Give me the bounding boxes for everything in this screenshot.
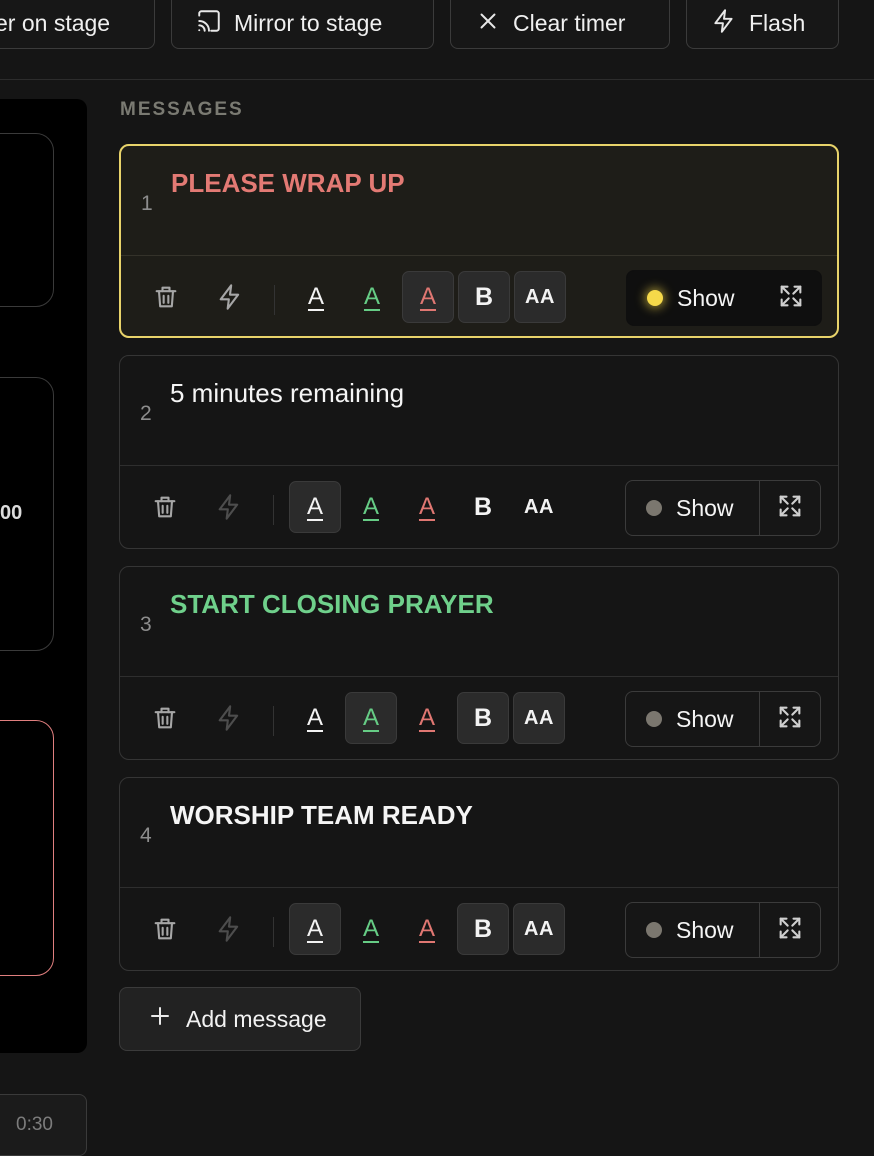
text-color-green-button[interactable]: A xyxy=(345,692,397,744)
uppercase-toggle[interactable]: AA xyxy=(513,481,565,533)
top-toolbar: er on stage Mirror to stage Clear timer … xyxy=(0,0,874,80)
mirror-to-stage-label: Mirror to stage xyxy=(234,10,383,36)
status-dot-icon xyxy=(646,711,662,727)
message-card[interactable]: 3 START CLOSING PRAYER A A A B AA Show xyxy=(119,566,839,760)
text-color-white-button[interactable]: A xyxy=(289,692,341,744)
text-color-green-button[interactable]: A xyxy=(345,903,397,955)
text-color-green-button[interactable]: A xyxy=(345,481,397,533)
fullscreen-button[interactable] xyxy=(759,903,820,957)
fullscreen-button[interactable] xyxy=(759,481,820,535)
message-number: 2 xyxy=(140,402,152,425)
show-label: Show xyxy=(676,705,734,732)
uppercase-toggle[interactable]: AA xyxy=(513,903,565,955)
fullscreen-button[interactable] xyxy=(759,692,820,746)
timer-on-stage-button[interactable]: er on stage xyxy=(0,0,155,49)
trash-icon[interactable] xyxy=(151,704,179,732)
clear-timer-button[interactable]: Clear timer xyxy=(450,0,670,49)
message-number: 4 xyxy=(140,824,152,847)
show-button[interactable]: Show xyxy=(627,271,760,325)
text-color-white-button[interactable]: A xyxy=(290,271,342,323)
show-control: Show xyxy=(626,270,822,326)
flash-label: Flash xyxy=(749,10,806,36)
message-toolbar: A A A B AA Show xyxy=(120,677,838,761)
message-text[interactable]: START CLOSING PRAYER xyxy=(170,589,494,620)
message-text[interactable]: PLEASE WRAP UP xyxy=(171,168,405,199)
show-button[interactable]: Show xyxy=(626,692,759,746)
text-color-red-button[interactable]: A xyxy=(401,481,453,533)
flash-icon[interactable] xyxy=(216,283,244,311)
timer-on-stage-label: er on stage xyxy=(0,10,111,36)
close-icon xyxy=(475,8,501,40)
message-text[interactable]: WORSHIP TEAM READY xyxy=(170,800,473,831)
message-body[interactable]: 4 WORSHIP TEAM READY xyxy=(120,778,838,888)
preview-card[interactable] xyxy=(0,133,54,307)
add-message-label: Add message xyxy=(186,1005,327,1032)
toolbar-divider xyxy=(274,285,275,315)
cast-icon xyxy=(196,8,222,40)
message-body[interactable]: 1 PLEASE WRAP UP xyxy=(121,146,837,256)
show-label: Show xyxy=(676,494,734,521)
flash-icon[interactable] xyxy=(215,915,243,943)
preview-value: 00 xyxy=(0,502,23,524)
message-toolbar: A A A B AA Show xyxy=(121,256,837,340)
message-card[interactable]: 4 WORSHIP TEAM READY A A A B AA Show xyxy=(119,777,839,971)
show-control: Show xyxy=(625,480,821,536)
status-dot-icon xyxy=(646,922,662,938)
bold-toggle[interactable]: B xyxy=(457,903,509,955)
bold-toggle[interactable]: B xyxy=(457,692,509,744)
text-color-white-button[interactable]: A xyxy=(289,481,341,533)
app-root: er on stage Mirror to stage Clear timer … xyxy=(0,0,874,1156)
clear-timer-label: Clear timer xyxy=(513,10,626,36)
text-color-red-button[interactable]: A xyxy=(401,903,453,955)
message-toolbar: A A A B AA Show xyxy=(120,466,838,550)
text-color-red-button[interactable]: A xyxy=(401,692,453,744)
uppercase-toggle[interactable]: AA xyxy=(513,692,565,744)
show-label: Show xyxy=(676,916,734,943)
status-dot-icon xyxy=(646,500,662,516)
duration-input[interactable]: 0:30 xyxy=(0,1094,87,1156)
expand-icon xyxy=(777,282,805,315)
show-control: Show xyxy=(625,902,821,958)
message-body[interactable]: 2 5 minutes remaining xyxy=(120,356,838,466)
fullscreen-button[interactable] xyxy=(760,271,821,325)
trash-icon[interactable] xyxy=(152,283,180,311)
message-number: 3 xyxy=(140,613,152,636)
trash-icon[interactable] xyxy=(151,493,179,521)
message-text[interactable]: 5 minutes remaining xyxy=(170,378,404,409)
flash-icon[interactable] xyxy=(215,704,243,732)
message-body[interactable]: 3 START CLOSING PRAYER xyxy=(120,567,838,677)
show-control: Show xyxy=(625,691,821,747)
show-button[interactable]: Show xyxy=(626,481,759,535)
flash-icon xyxy=(711,8,737,40)
message-number: 1 xyxy=(141,192,153,215)
status-dot-icon xyxy=(647,290,663,306)
trash-icon[interactable] xyxy=(151,915,179,943)
flash-icon[interactable] xyxy=(215,493,243,521)
uppercase-toggle[interactable]: AA xyxy=(514,271,566,323)
toolbar-divider xyxy=(273,495,274,525)
preview-card-highlighted[interactable] xyxy=(0,720,54,976)
text-color-red-button[interactable]: A xyxy=(402,271,454,323)
message-card[interactable]: 2 5 minutes remaining A A A B AA Show xyxy=(119,355,839,549)
mirror-to-stage-button[interactable]: Mirror to stage xyxy=(171,0,434,49)
message-toolbar: A A A B AA Show xyxy=(120,888,838,972)
message-card[interactable]: 1 PLEASE WRAP UP A A A B AA Show xyxy=(119,144,839,338)
expand-icon xyxy=(776,914,804,947)
flash-button[interactable]: Flash xyxy=(686,0,839,49)
plus-icon xyxy=(148,1004,172,1034)
messages-section-title: MESSAGES xyxy=(120,99,244,120)
bold-toggle[interactable]: B xyxy=(457,481,509,533)
bold-toggle[interactable]: B xyxy=(458,271,510,323)
expand-icon xyxy=(776,703,804,736)
show-button[interactable]: Show xyxy=(626,903,759,957)
text-color-green-button[interactable]: A xyxy=(346,271,398,323)
toolbar-divider xyxy=(273,706,274,736)
toolbar-divider xyxy=(273,917,274,947)
text-color-white-button[interactable]: A xyxy=(289,903,341,955)
show-label: Show xyxy=(677,284,735,311)
expand-icon xyxy=(776,492,804,525)
add-message-button[interactable]: Add message xyxy=(119,987,361,1051)
